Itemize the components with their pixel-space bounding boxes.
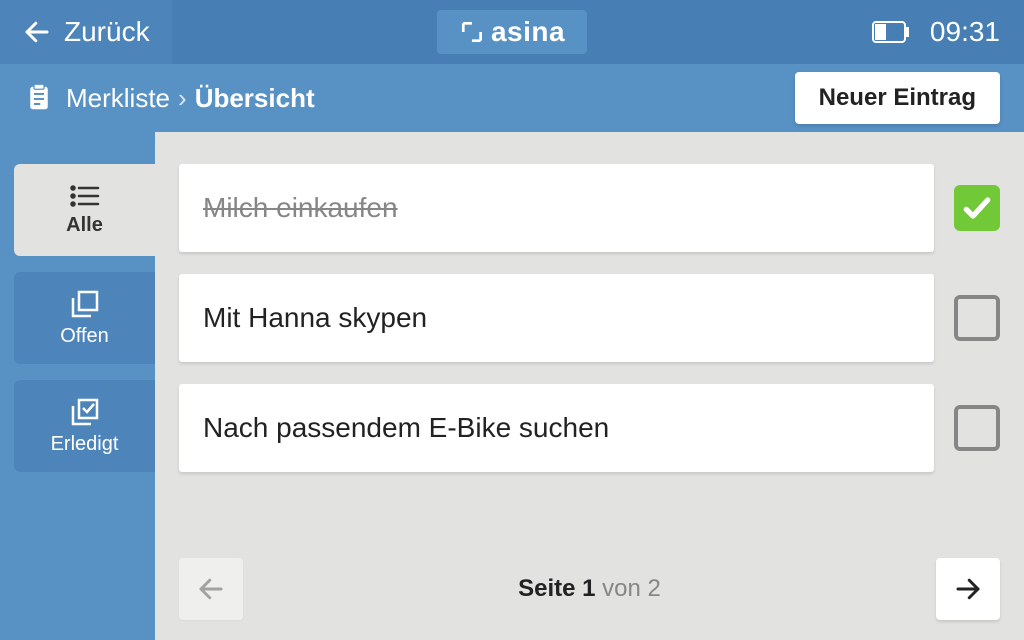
pager-prev-button[interactable]: [179, 558, 243, 620]
list-item: Nach passendem E-Bike suchen: [179, 384, 1000, 472]
clock: 09:31: [930, 16, 1000, 48]
item-card[interactable]: Nach passendem E-Bike suchen: [179, 384, 934, 472]
breadcrumb: Merkliste › Übersicht Neuer Eintrag: [0, 64, 1024, 132]
status-right: 09:31: [872, 16, 1024, 48]
brand-text: asina: [491, 16, 565, 48]
list-item: Mit Hanna skypen: [179, 274, 1000, 362]
item-checkbox[interactable]: [954, 405, 1000, 451]
new-entry-button[interactable]: Neuer Eintrag: [795, 72, 1000, 124]
clipboard-icon: [24, 83, 54, 113]
arrow-left-icon: [22, 17, 52, 47]
breadcrumb-root[interactable]: Merkliste: [66, 83, 170, 114]
check-icon: [961, 192, 993, 224]
pager-next-button[interactable]: [936, 558, 1000, 620]
brand-badge: asina: [437, 10, 587, 54]
item-card[interactable]: Mit Hanna skypen: [179, 274, 934, 362]
sidebar-tabs: Alle Offen Erledigt: [0, 132, 155, 640]
list-item: Milch einkaufen: [179, 164, 1000, 252]
item-card[interactable]: Milch einkaufen: [179, 164, 934, 252]
arrow-right-icon: [953, 574, 983, 604]
sidebar-tab-label: Alle: [66, 214, 103, 237]
item-checkbox[interactable]: [954, 185, 1000, 231]
sidebar-tab-done[interactable]: Erledigt: [14, 380, 155, 472]
sidebar-tab-open[interactable]: Offen: [14, 272, 155, 364]
list-icon: [70, 184, 100, 208]
brand-logo-icon: [459, 19, 485, 45]
breadcrumb-separator: ›: [178, 83, 187, 114]
sidebar-tab-label: Erledigt: [51, 433, 119, 456]
stack-icon: [70, 289, 100, 319]
item-checkbox[interactable]: [954, 295, 1000, 341]
topbar: Zurück asina 09:31: [0, 0, 1024, 64]
sidebar-tab-all[interactable]: Alle: [14, 164, 155, 256]
battery-icon: [872, 21, 910, 43]
sidebar-tab-label: Offen: [60, 325, 109, 348]
item-list: Milch einkaufen Mit Hanna skypen Nach pa…: [179, 164, 1000, 472]
back-button[interactable]: Zurück: [0, 0, 172, 64]
arrow-left-icon: [196, 574, 226, 604]
stack-check-icon: [70, 397, 100, 427]
main: Alle Offen Erledigt Milch einkaufen Mit …: [0, 132, 1024, 640]
back-label: Zurück: [64, 16, 150, 48]
breadcrumb-current: Übersicht: [195, 83, 315, 114]
content-panel: Milch einkaufen Mit Hanna skypen Nach pa…: [155, 132, 1024, 640]
pagination: Seite 1 von 2: [179, 538, 1000, 620]
pager-label: Seite 1 von 2: [518, 575, 661, 603]
